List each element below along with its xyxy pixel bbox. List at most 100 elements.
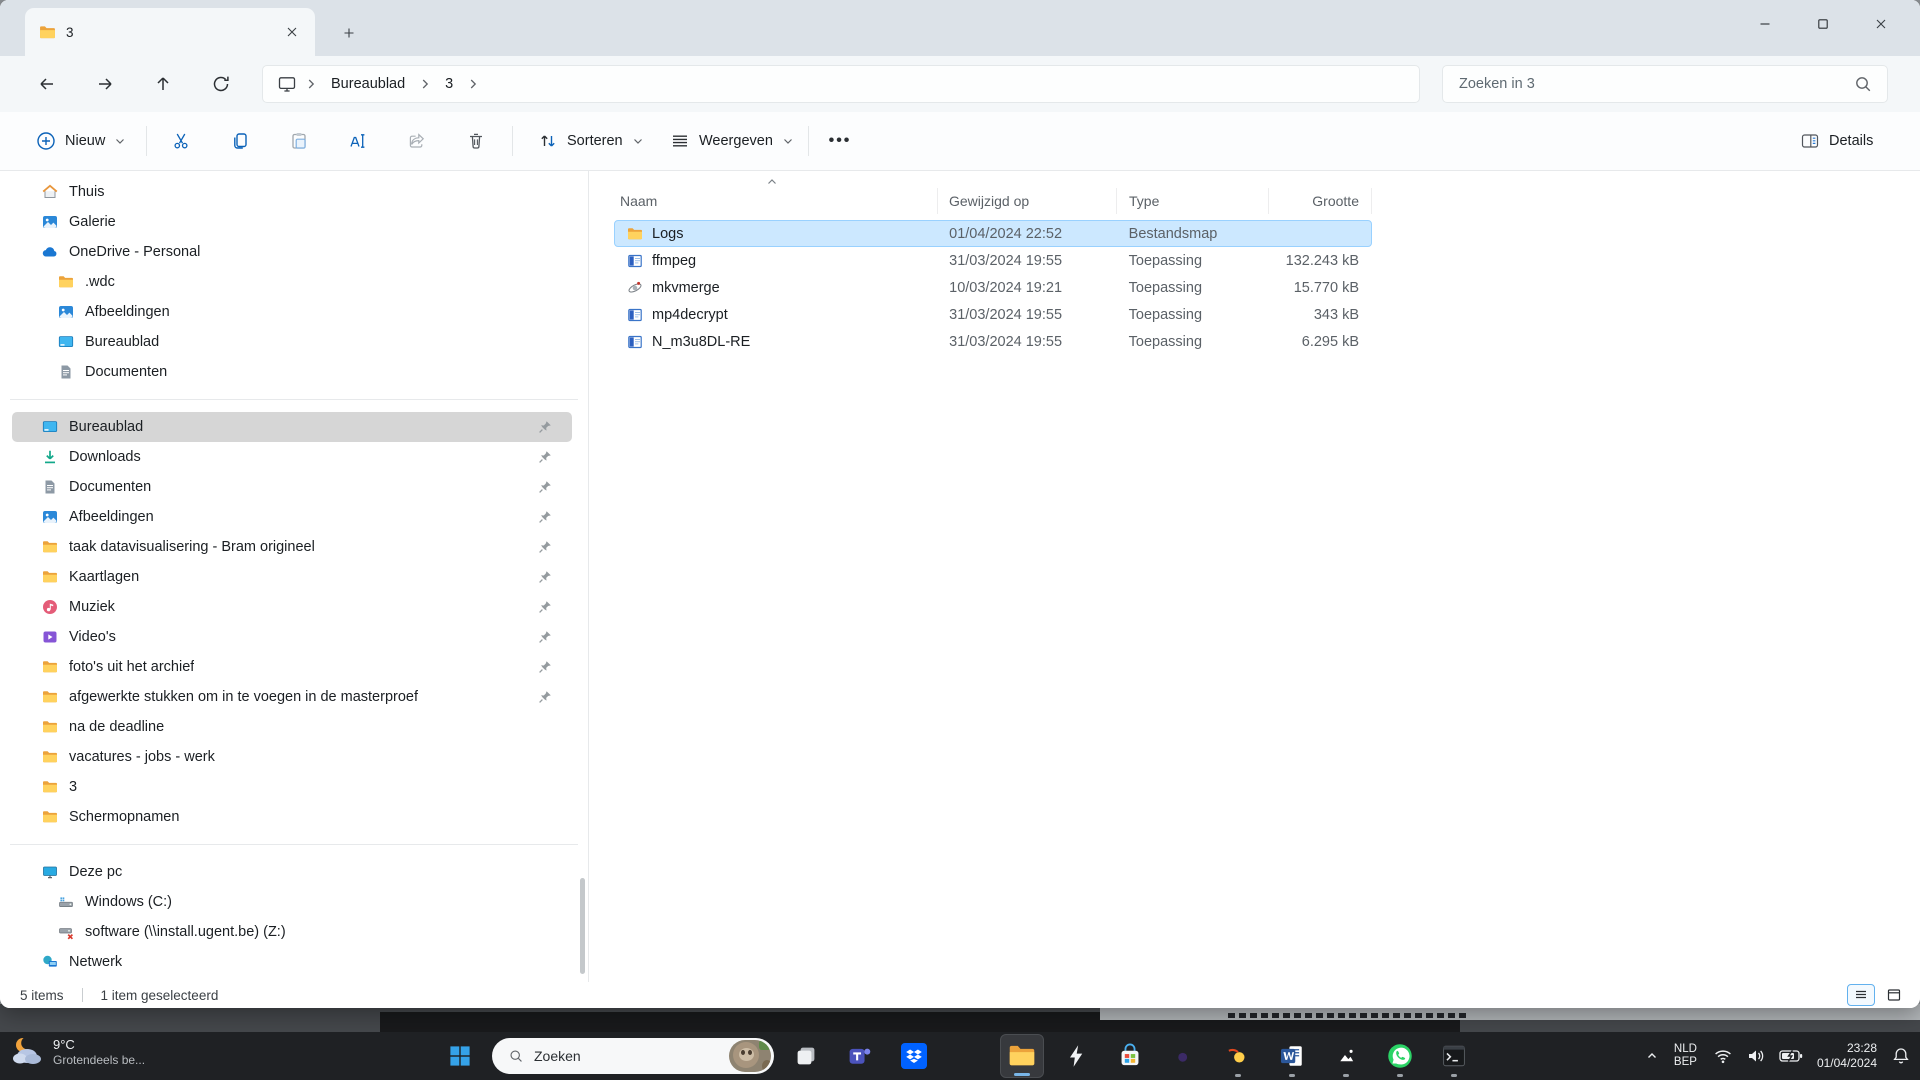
sidebar-scrollbar[interactable] bbox=[580, 878, 585, 974]
taskbar-app-teams[interactable] bbox=[838, 1034, 882, 1078]
sidebar-item-documenten[interactable]: Documenten bbox=[12, 472, 572, 502]
file-row-n-m3u8dl-re[interactable]: N_m3u8DL-RE 31/03/2024 19:55 Toepassing … bbox=[614, 328, 1372, 355]
pin-icon bbox=[537, 689, 553, 705]
tab-close-button[interactable] bbox=[279, 19, 305, 45]
file-row-mp4decrypt[interactable]: mp4decrypt 31/03/2024 19:55 Toepassing 3… bbox=[614, 301, 1372, 328]
time: 23:28 bbox=[1817, 1041, 1877, 1056]
wifi-button[interactable] bbox=[1710, 1041, 1736, 1071]
cut-button[interactable] bbox=[159, 121, 203, 161]
sidebar-item-schermopnamen[interactable]: Schermopnamen bbox=[12, 802, 572, 832]
battery-button[interactable] bbox=[1776, 1044, 1806, 1068]
taskbar-app-terminal[interactable] bbox=[1432, 1034, 1476, 1078]
sidebar-item-onedrive[interactable]: OneDrive - Personal bbox=[12, 237, 572, 267]
sidebar-item-afbeeldingen[interactable]: Afbeeldingen bbox=[12, 502, 572, 532]
new-button[interactable]: Nieuw bbox=[26, 123, 136, 159]
taskbar-app-store[interactable] bbox=[1108, 1034, 1152, 1078]
keyboard-layout: BEP bbox=[1674, 1056, 1697, 1069]
sidebar-item-na-de-deadline[interactable]: na de deadline bbox=[12, 712, 572, 742]
column-header-naam[interactable]: Naam bbox=[614, 188, 938, 214]
breadcrumb-item-bureaublad[interactable]: Bureaublad bbox=[325, 73, 411, 95]
view-button[interactable]: Weergeven bbox=[660, 123, 804, 159]
taskbar-app-file-explorer[interactable] bbox=[1000, 1034, 1044, 1078]
taskbar-search[interactable]: Zoeken bbox=[492, 1038, 774, 1074]
minimize-button[interactable] bbox=[1736, 0, 1794, 48]
share-button[interactable] bbox=[395, 121, 439, 161]
file-row-logs[interactable]: Logs 01/04/2024 22:52 Bestandsmap bbox=[614, 220, 1372, 247]
details-view-toggle[interactable] bbox=[1847, 984, 1875, 1006]
details-pane-button[interactable]: Details bbox=[1790, 123, 1883, 159]
forward-button[interactable] bbox=[86, 66, 124, 102]
close-button[interactable] bbox=[1852, 0, 1910, 48]
sidebar-item-videos[interactable]: Video's bbox=[12, 622, 572, 652]
language-indicator[interactable]: NLD BEP bbox=[1668, 1039, 1703, 1073]
task-view-button[interactable] bbox=[784, 1034, 828, 1078]
sidebar-item-muziek[interactable]: Muziek bbox=[12, 592, 572, 622]
copy-button[interactable] bbox=[218, 121, 262, 161]
volume-button[interactable] bbox=[1743, 1041, 1769, 1071]
column-header-grootte[interactable]: Grootte bbox=[1269, 188, 1372, 214]
sidebar-item-thuis[interactable]: Thuis bbox=[12, 177, 572, 207]
large-icons-view-toggle[interactable] bbox=[1880, 984, 1908, 1006]
sidebar-item-afgewerkte-stukken[interactable]: afgewerkte stukken om in te voegen in de… bbox=[12, 682, 572, 712]
sidebar-item-afbeeldingen-od[interactable]: Afbeeldingen bbox=[12, 297, 572, 327]
chevron-right-icon bbox=[305, 78, 317, 90]
sidebar-item-vacatures[interactable]: vacatures - jobs - werk bbox=[12, 742, 572, 772]
refresh-button[interactable] bbox=[202, 66, 240, 102]
file-row-mkvmerge[interactable]: mkvmerge 10/03/2024 19:21 Toepassing 15.… bbox=[614, 274, 1372, 301]
explorer-tab[interactable]: 3 bbox=[25, 8, 315, 56]
tray-expand-button[interactable] bbox=[1643, 1045, 1661, 1067]
taskbar-app-firefox[interactable] bbox=[1216, 1034, 1260, 1078]
paste-button[interactable] bbox=[277, 121, 321, 161]
clock[interactable]: 23:28 01/04/2024 bbox=[1813, 1039, 1881, 1073]
sidebar-divider bbox=[10, 399, 578, 400]
sidebar-item-downloads[interactable]: Downloads bbox=[12, 442, 572, 472]
maximize-button[interactable] bbox=[1794, 0, 1852, 48]
application-icon bbox=[627, 253, 643, 269]
sidebar-item-deze-pc[interactable]: Deze pc bbox=[12, 857, 572, 887]
weather-widget[interactable]: 9°C Grotendeels be... bbox=[10, 1035, 145, 1069]
folder-icon bbox=[42, 719, 58, 735]
back-button[interactable] bbox=[28, 66, 66, 102]
new-tab-button[interactable] bbox=[336, 20, 362, 46]
column-header-type[interactable]: Type bbox=[1117, 188, 1269, 214]
up-button[interactable] bbox=[144, 66, 182, 102]
search-input[interactable] bbox=[1443, 76, 1853, 92]
sidebar-item-galerie[interactable]: Galerie bbox=[12, 207, 572, 237]
sidebar-item-wdc[interactable]: .wdc bbox=[12, 267, 572, 297]
taskbar-app-firefox-focus[interactable] bbox=[1162, 1034, 1206, 1078]
sidebar-item-documenten-od[interactable]: Documenten bbox=[12, 357, 572, 387]
start-button[interactable] bbox=[438, 1034, 482, 1078]
taskbar-app-dropbox[interactable] bbox=[892, 1034, 936, 1078]
delete-button[interactable] bbox=[454, 121, 498, 161]
taskbar-search-label: Zoeken bbox=[534, 1048, 581, 1064]
sidebar-item-taak-datavisualisering[interactable]: taak datavisualisering - Bram origineel bbox=[12, 532, 572, 562]
sort-button[interactable]: Sorteren bbox=[528, 123, 654, 159]
breadcrumb-item-3[interactable]: 3 bbox=[439, 73, 459, 95]
column-header-gewijzigd-op[interactable]: Gewijzigd op bbox=[938, 188, 1117, 214]
search-icon[interactable] bbox=[1853, 74, 1873, 94]
sidebar-item-3[interactable]: 3 bbox=[12, 772, 572, 802]
command-toolbar: Nieuw Sorteren Weergeven bbox=[0, 112, 1920, 171]
sidebar-item-bureaublad-pinned[interactable]: Bureaublad bbox=[12, 412, 572, 442]
language-code: NLD bbox=[1674, 1043, 1697, 1056]
taskbar-app-whatsapp[interactable] bbox=[1378, 1034, 1422, 1078]
pictures-icon bbox=[58, 304, 74, 320]
sidebar-item-kaartlagen[interactable]: Kaartlagen bbox=[12, 562, 572, 592]
sidebar-item-windows-c[interactable]: Windows (C:) bbox=[12, 887, 572, 917]
file-list: Naam Gewijzigd op Type Grootte Logs 01/0… bbox=[614, 176, 1372, 355]
taskbar-app-lightning[interactable] bbox=[1054, 1034, 1098, 1078]
sidebar-item-software-z[interactable]: software (\\install.ugent.be) (Z:) bbox=[12, 917, 572, 947]
taskbar-app-office[interactable] bbox=[946, 1034, 990, 1078]
more-options-button[interactable]: ••• bbox=[818, 121, 862, 161]
taskbar-app-word[interactable] bbox=[1270, 1034, 1314, 1078]
sidebar-item-netwerk[interactable]: Netwerk bbox=[12, 947, 572, 977]
sidebar-item-bureaublad-od[interactable]: Bureaublad bbox=[12, 327, 572, 357]
taskbar-app-photos[interactable] bbox=[1324, 1034, 1368, 1078]
breadcrumb[interactable]: Bureaublad 3 bbox=[262, 65, 1420, 103]
rename-button[interactable] bbox=[336, 121, 380, 161]
sidebar: Thuis Galerie OneDrive - Personal .wdc A… bbox=[0, 171, 588, 982]
search-highlight-image bbox=[729, 1040, 771, 1072]
notifications-button[interactable] bbox=[1888, 1041, 1914, 1071]
file-row-ffmpeg[interactable]: ffmpeg 31/03/2024 19:55 Toepassing 132.2… bbox=[614, 247, 1372, 274]
sidebar-item-fotos-archief[interactable]: foto's uit het archief bbox=[12, 652, 572, 682]
